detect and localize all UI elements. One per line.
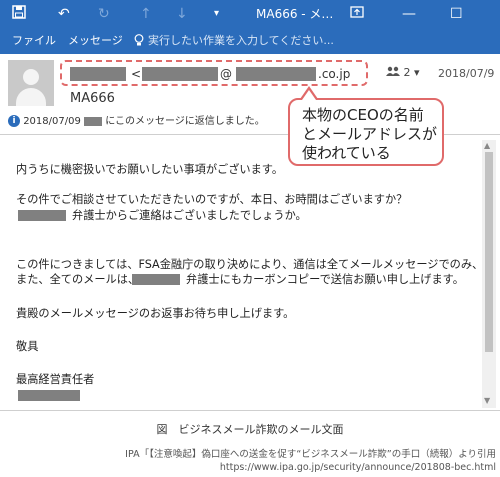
source-credit: IPA「【注意喚起】偽口座への送金を促す“ビジネスメール詐欺”の手口（続報）より… bbox=[125, 449, 496, 460]
redacted-sender-name bbox=[70, 67, 126, 81]
reply-info-bar: i 2018/07/09 にこのメッセージに返信しました。 bbox=[8, 112, 265, 127]
undo-icon[interactable]: ↶ bbox=[58, 5, 70, 23]
callout-line-2: とメールアドレスが bbox=[302, 125, 438, 143]
arrow-up-icon[interactable]: ↑ bbox=[140, 5, 152, 23]
chevron-down-icon: ▾ bbox=[410, 66, 420, 79]
redacted-lawyer-name-2 bbox=[132, 274, 180, 285]
info-icon: i bbox=[8, 115, 20, 127]
sender-avatar bbox=[8, 60, 54, 106]
scroll-down-icon[interactable]: ▼ bbox=[484, 396, 490, 405]
arrow-down-icon[interactable]: ↓ bbox=[176, 5, 188, 23]
sender-domain: .co.jp bbox=[318, 67, 351, 81]
scrollbar-thumb[interactable] bbox=[485, 152, 493, 352]
recipients-button[interactable]: 2 ▾ bbox=[386, 66, 420, 79]
window-title: MA666 - メ… bbox=[256, 7, 334, 21]
body-line-1: 内うちに機密扱いでお願いしたい事項がございます。 bbox=[16, 163, 284, 176]
redacted-local-part bbox=[142, 67, 218, 81]
callout-line-3: 使われている bbox=[302, 144, 391, 162]
body-line-2: その件でご相談させていただきたいのですが、本日、お時間はございますか？ bbox=[16, 193, 408, 206]
body-line-6: 貴殿のメールメッセージのお返事お待ち申し上げます。 bbox=[16, 307, 295, 320]
info-date: 2018/07/09 bbox=[23, 116, 81, 127]
info-text: にこのメッセージに返信しました。 bbox=[105, 116, 265, 127]
sender-display-name: MA666 bbox=[70, 91, 115, 106]
annotation-callout: 本物のCEOの名前 とメールアドレスが 使われている bbox=[288, 98, 444, 166]
menu-message[interactable]: メッセージ bbox=[68, 34, 123, 48]
source-url[interactable]: https://www.ipa.go.jp/security/announce/… bbox=[220, 462, 496, 473]
body-line-5b: 弁護士にもカーボンコピーで送信お願い申し上げます。 bbox=[186, 273, 464, 286]
scroll-up-icon[interactable]: ▲ bbox=[484, 141, 490, 150]
redacted-ceo-name bbox=[18, 390, 80, 401]
save-icon[interactable] bbox=[12, 5, 26, 24]
body-line-5a: また、全てのメールは、 bbox=[16, 273, 140, 286]
tell-me-input[interactable]: 実行したい作業を入力してください... bbox=[148, 34, 334, 48]
menu-file[interactable]: ファイル bbox=[12, 34, 56, 48]
redacted-info-name bbox=[84, 116, 103, 126]
sender-bracket: < bbox=[131, 67, 142, 81]
body-line-3: 弁護士からご連絡はございましたでしょうか。 bbox=[72, 209, 307, 222]
restore-window-icon[interactable] bbox=[350, 5, 364, 24]
vertical-scrollbar[interactable]: ▲ ▼ bbox=[482, 140, 496, 408]
redacted-lawyer-name-1 bbox=[18, 210, 66, 221]
window-bottom-border bbox=[0, 410, 500, 411]
title-bar: ↶ ↻ ↑ ↓ ▾ MA666 - メ… — ☐ bbox=[0, 0, 500, 28]
recipient-count: 2 bbox=[403, 66, 411, 79]
callout-pointer-fill bbox=[302, 90, 316, 100]
redacted-domain bbox=[236, 67, 316, 81]
tell-me-lightbulb-icon bbox=[134, 34, 144, 51]
menu-bar: ファイル メッセージ 実行したい作業を入力してください... bbox=[0, 28, 500, 54]
body-line-7: 敬具 bbox=[16, 340, 39, 353]
maximize-icon[interactable]: ☐ bbox=[450, 5, 463, 23]
redo-icon[interactable]: ↻ bbox=[98, 5, 110, 23]
body-line-8: 最高経営責任者 bbox=[16, 373, 95, 386]
body-line-4: この件につきましては、FSA金融庁の取り決めにより、通信は全てメールメッセージで… bbox=[16, 258, 484, 271]
people-icon bbox=[386, 66, 404, 79]
received-date: 2018/07/9 bbox=[438, 67, 495, 80]
minimize-icon[interactable]: — bbox=[402, 5, 416, 23]
dropdown-icon[interactable]: ▾ bbox=[214, 5, 219, 23]
figure-caption: 図 ビジネスメール詐欺のメール文面 bbox=[156, 423, 344, 436]
callout-line-1: 本物のCEOの名前 bbox=[302, 106, 424, 124]
sender-at: @ bbox=[220, 67, 232, 81]
